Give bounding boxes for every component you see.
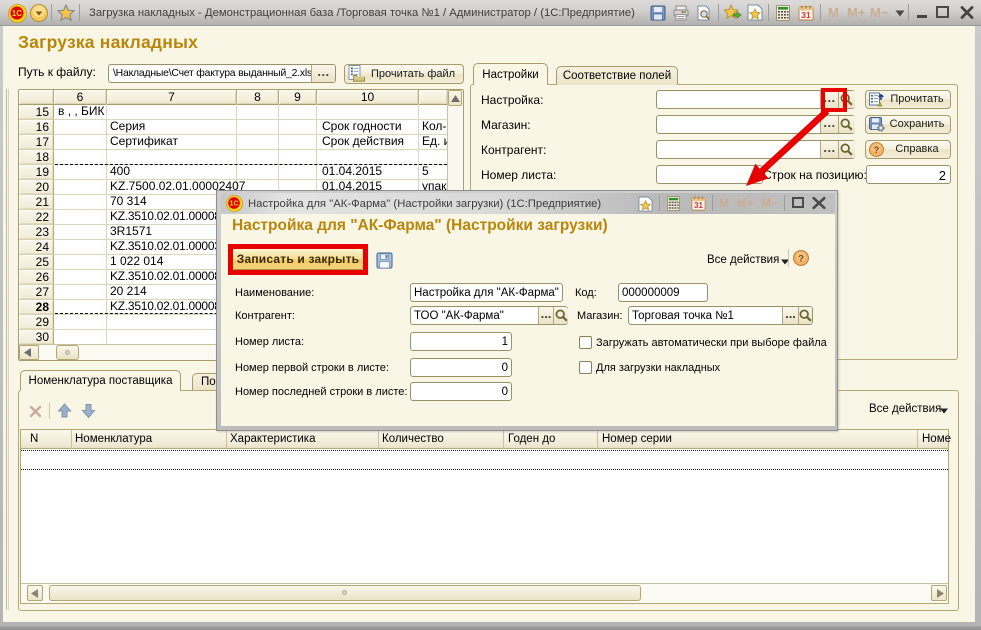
- svg-text:31: 31: [694, 201, 703, 210]
- svg-text:1С: 1С: [12, 9, 22, 18]
- svg-text:31: 31: [801, 10, 811, 20]
- svg-text:?: ?: [798, 254, 804, 265]
- svg-text:1С: 1С: [229, 200, 238, 208]
